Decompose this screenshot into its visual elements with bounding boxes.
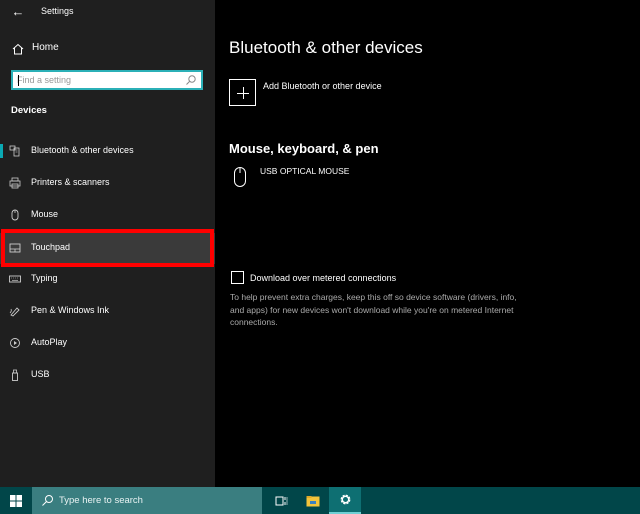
home-label: Home	[32, 42, 59, 53]
sidebar-item-usb[interactable]: USB	[0, 360, 215, 390]
sidebar-item-label: Mouse	[31, 209, 59, 219]
sidebar-item-home[interactable]: Home	[0, 38, 215, 60]
sidebar-item-label: AutoPlay	[31, 337, 68, 347]
sidebar-item-bluetooth[interactable]: Bluetooth & other devices	[0, 136, 215, 166]
home-icon	[12, 43, 24, 55]
mouse-icon	[11, 209, 19, 221]
search-icon[interactable]	[185, 74, 197, 86]
sidebar-item-label: Typing	[31, 273, 58, 283]
touchpad-icon	[9, 243, 21, 253]
sidebar-item-printers[interactable]: Printers & scanners	[0, 168, 215, 198]
text-caret	[18, 75, 19, 86]
usb-icon	[12, 369, 18, 381]
section-title-devices: Devices	[11, 105, 47, 116]
settings-window: ← Settings Home Devices Bluetooth & othe…	[0, 0, 640, 487]
plus-icon	[229, 79, 256, 106]
sidebar-item-label: Pen & Windows Ink	[31, 305, 110, 315]
gear-icon	[340, 494, 350, 505]
task-view-icon	[275, 496, 287, 505]
mouse-icon	[234, 167, 246, 187]
add-device-label: Add Bluetooth or other device	[263, 81, 382, 91]
keyboard-icon	[9, 275, 21, 283]
settings-taskbar-button[interactable]	[329, 487, 361, 514]
windows-logo-icon	[10, 494, 22, 507]
printer-icon	[9, 177, 21, 189]
taskbar-search-placeholder: Type here to search	[59, 495, 143, 506]
find-setting-search[interactable]	[11, 70, 203, 90]
device-name: USB OPTICAL MOUSE	[260, 166, 350, 176]
app-title: Settings	[41, 6, 74, 16]
metered-option[interactable]: Download over metered connections	[231, 271, 396, 284]
back-arrow-icon: ←	[11, 4, 25, 19]
sidebar-item-pen[interactable]: Pen & Windows Ink	[0, 296, 215, 326]
metered-help-text: To help prevent extra charges, keep this…	[230, 292, 517, 327]
autoplay-icon	[10, 338, 20, 348]
search-icon	[42, 495, 53, 506]
folder-icon	[306, 495, 320, 506]
sidebar: ← Settings Home Devices Bluetooth & othe…	[0, 0, 215, 487]
taskbar-search[interactable]: Type here to search	[32, 487, 262, 514]
sidebar-item-label: Printers & scanners	[31, 177, 110, 187]
find-setting-input[interactable]	[13, 75, 181, 85]
section-heading: Mouse, keyboard, & pen	[229, 141, 379, 156]
sidebar-item-touchpad[interactable]: Touchpad	[0, 233, 215, 264]
sidebar-item-label: Touchpad	[31, 242, 71, 252]
back-button[interactable]: ←	[10, 4, 26, 20]
sidebar-item-typing[interactable]: Typing	[0, 264, 215, 294]
bluetooth-devices-icon	[9, 145, 20, 157]
task-view-button[interactable]	[265, 487, 297, 514]
sidebar-item-mouse[interactable]: Mouse	[0, 200, 215, 230]
start-button[interactable]	[0, 487, 32, 514]
active-indicator	[0, 144, 3, 158]
file-explorer-button[interactable]	[297, 487, 329, 514]
sidebar-item-autoplay[interactable]: AutoPlay	[0, 328, 215, 358]
taskbar: Type here to search	[0, 487, 640, 514]
sidebar-item-label: Bluetooth & other devices	[31, 145, 134, 155]
page-title: Bluetooth & other devices	[229, 38, 423, 57]
main-content: Bluetooth & other devices Add Bluetooth …	[215, 0, 640, 487]
title-bar: ← Settings	[0, 0, 215, 26]
pen-icon	[9, 307, 20, 317]
sidebar-item-label: USB	[31, 369, 50, 379]
add-device-button[interactable]: Add Bluetooth or other device	[229, 79, 382, 106]
metered-label: Download over metered connections	[250, 272, 397, 283]
metered-checkbox[interactable]	[231, 271, 244, 284]
